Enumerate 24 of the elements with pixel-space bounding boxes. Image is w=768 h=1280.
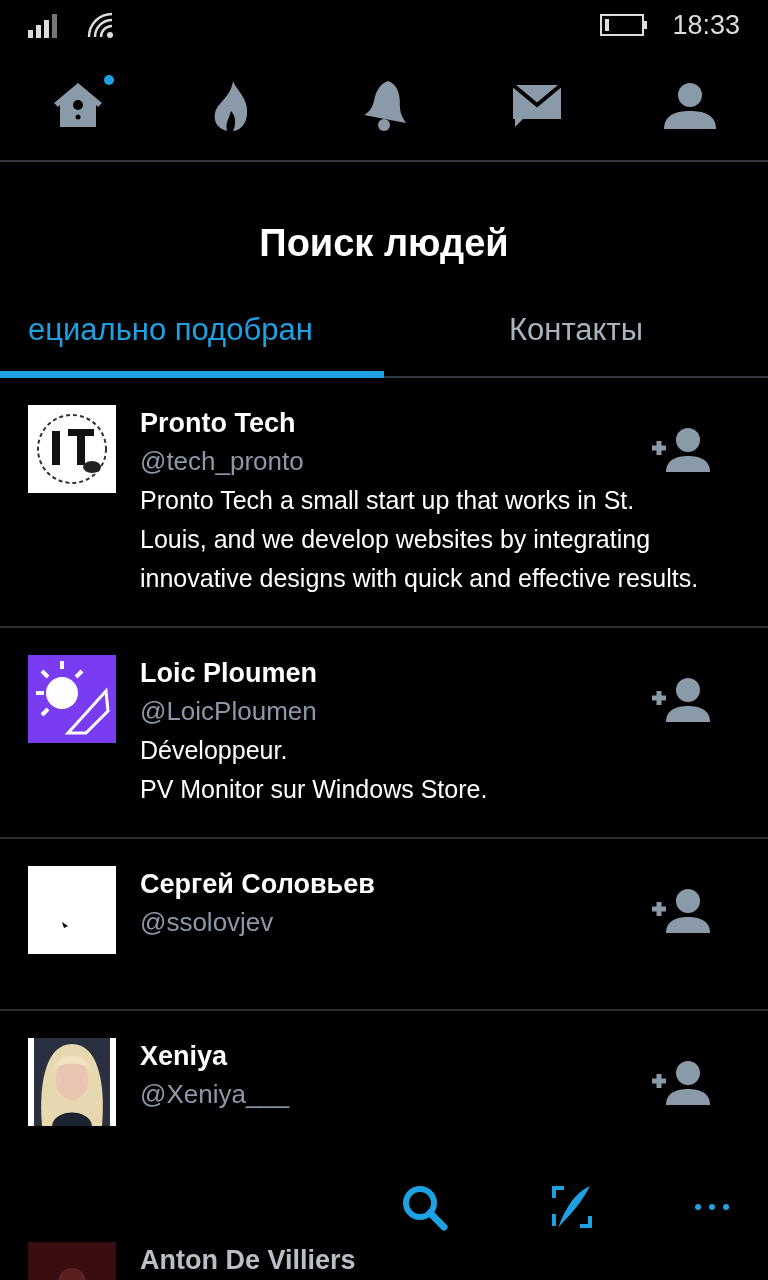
- more-icon[interactable]: [694, 1202, 730, 1212]
- person-name: Loic Ploumen: [140, 657, 318, 690]
- person-name: Сергей Соловьев: [140, 868, 375, 901]
- page-title: Поиск людей: [259, 221, 509, 266]
- add-person-icon[interactable]: [650, 426, 712, 474]
- wifi-icon: [86, 11, 116, 39]
- person-bio: Pronto Tech a small start up that works in St. Louis, and we develop websites by integrating innovative designs with quick and effective results.: [140, 485, 700, 594]
- tab[interactable]: ециально подобран: [0, 290, 384, 378]
- search-icon[interactable]: [400, 1183, 450, 1231]
- add-person-icon[interactable]: [650, 676, 712, 724]
- person-handle: @tech_pronto: [140, 445, 304, 478]
- person-name: Anton De Villiers: [140, 1244, 356, 1277]
- add-person-icon[interactable]: [650, 1059, 712, 1107]
- person-handle: @ssolovjev: [140, 906, 274, 939]
- person-handle: @Xeniya___: [140, 1078, 290, 1111]
- clock-time: 18:33: [672, 8, 740, 42]
- person-name: Pronto Tech: [140, 407, 296, 440]
- person-bio: Développeur. PV Monitor sur Windows Store.: [140, 735, 489, 805]
- compose-icon[interactable]: [550, 1184, 594, 1230]
- person-name: Xeniya: [140, 1040, 228, 1073]
- add-person-icon[interactable]: [650, 887, 712, 935]
- person-handle: @LoicPloumen: [140, 695, 317, 728]
- battery-icon: [600, 13, 649, 37]
- tab[interactable]: Контакты: [384, 290, 768, 378]
